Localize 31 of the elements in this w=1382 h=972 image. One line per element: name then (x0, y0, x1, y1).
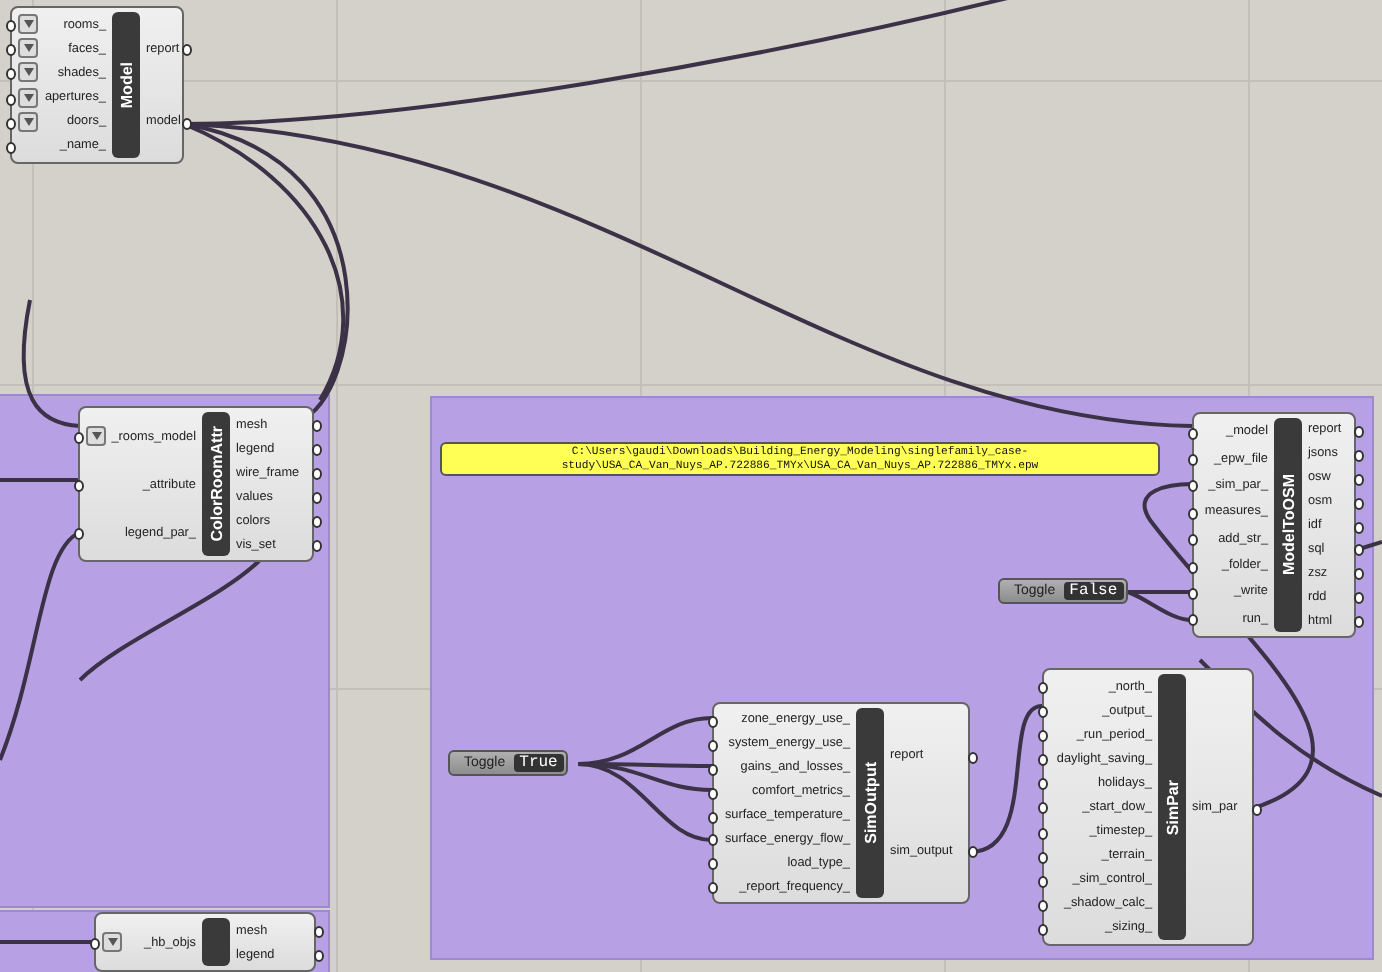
component-title-bar (202, 918, 230, 966)
dropdown-icon[interactable] (18, 87, 38, 108)
input-port[interactable] (1188, 427, 1198, 440)
wire (0, 940, 94, 944)
dropdown-icon[interactable] (18, 111, 38, 132)
dropdown-icon[interactable] (86, 426, 106, 446)
dropdown-icon[interactable] (18, 38, 38, 59)
component-title: ModelToOSM (1279, 474, 1297, 576)
input-port[interactable] (1188, 614, 1198, 627)
dropdown-icon[interactable] (102, 932, 122, 952)
output-port[interactable] (1252, 803, 1262, 815)
dropdown-icon[interactable] (18, 14, 38, 35)
component-title: SimOutput (861, 762, 879, 844)
component-title: ColorRoomAttr (207, 426, 225, 542)
input-port[interactable] (1188, 534, 1198, 547)
toggle-value[interactable]: True (513, 754, 564, 772)
output-port[interactable] (968, 751, 978, 764)
output-port[interactable] (182, 44, 192, 57)
component-title: SimPar (1163, 779, 1181, 835)
input-port[interactable] (74, 432, 84, 444)
component-title: Model (117, 61, 135, 109)
input-port[interactable] (90, 938, 100, 950)
output-port[interactable] (182, 117, 192, 130)
input-port[interactable] (1188, 507, 1198, 520)
input-port[interactable] (74, 480, 84, 492)
wire (21, 299, 81, 428)
dropdown-icon[interactable] (18, 62, 38, 83)
input-port[interactable] (74, 528, 84, 540)
toggle-value[interactable]: False (1063, 582, 1124, 600)
wire (0, 478, 80, 482)
output-port[interactable] (968, 846, 978, 859)
